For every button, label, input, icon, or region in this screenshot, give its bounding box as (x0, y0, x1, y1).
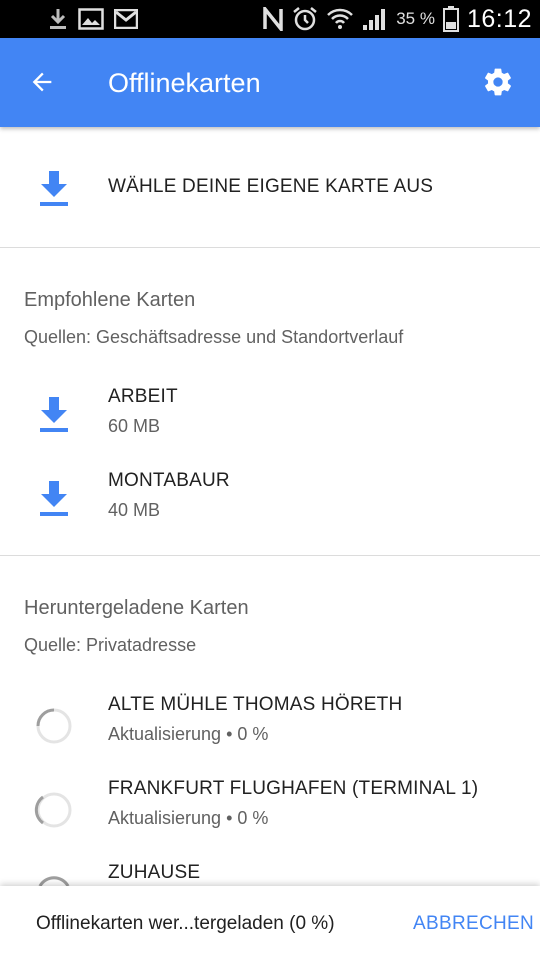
clock: 16:12 (466, 4, 532, 33)
nfc-icon (262, 7, 284, 31)
cancel-button[interactable]: ABBRECHEN (413, 913, 534, 935)
map-status: Aktualisierung • 0 % (108, 808, 269, 828)
battery-icon (442, 6, 459, 32)
image-notification-icon (78, 8, 104, 30)
status-bar: 35 % 16:12 (0, 0, 540, 38)
map-name: MONTABAUR (108, 470, 230, 491)
map-name: ZUHAUSE (108, 862, 201, 883)
downloaded-map-item[interactable]: ALTE MÜHLE THOMAS HÖRETH Aktualisierung … (0, 694, 540, 778)
choose-own-map-label: WÄHLE DEINE EIGENE KARTE AUS (108, 176, 434, 197)
gear-icon (485, 68, 511, 96)
signal-icon (362, 7, 388, 31)
download-icon (40, 397, 68, 432)
settings-button[interactable] (478, 62, 518, 102)
arrow-back-icon (32, 72, 52, 92)
battery-percent: 35 % (396, 9, 435, 28)
app-bar: Offlinekarten (0, 38, 540, 127)
back-button[interactable] (22, 62, 62, 102)
map-status: Aktualisierung • 0 % (108, 724, 269, 744)
divider (0, 555, 540, 556)
download-icon (40, 171, 68, 206)
wifi-icon (326, 7, 354, 31)
map-name: ARBEIT (108, 386, 178, 407)
map-size: 60 MB (108, 416, 161, 436)
system-icons: 35 % 16:12 (262, 4, 532, 34)
map-size: 40 MB (108, 500, 161, 520)
gmail-notification-icon (114, 9, 138, 29)
snackbar-message: Offlinekarten wer...tergeladen (0 %) (36, 913, 335, 934)
recommended-sources: Quellen: Geschäftsadresse und Standortve… (24, 327, 404, 347)
loading-spinner-icon (34, 792, 72, 828)
recommended-map-item[interactable]: MONTABAUR 40 MB (0, 470, 540, 554)
choose-own-map-button[interactable]: WÄHLE DEINE EIGENE KARTE AUS (0, 146, 540, 230)
snackbar: Offlinekarten wer...tergeladen (0 %) ABB… (0, 886, 540, 960)
downloaded-section-title: Heruntergeladene Karten (24, 597, 249, 619)
downloaded-source: Quelle: Privatadresse (24, 635, 197, 655)
recommended-section-title: Empfohlene Karten (24, 289, 196, 311)
download-notification-icon (48, 7, 68, 31)
recommended-map-item[interactable]: ARBEIT 60 MB (0, 386, 540, 470)
page-title: Offlinekarten (108, 68, 261, 98)
alarm-icon (292, 6, 318, 32)
loading-spinner-icon (36, 708, 72, 744)
downloaded-map-item[interactable]: FRANKFURT FLUGHAFEN (TERMINAL 1) Aktuali… (0, 778, 540, 862)
map-name: ALTE MÜHLE THOMAS HÖRETH (108, 694, 403, 715)
notification-icons (48, 6, 138, 32)
map-name: FRANKFURT FLUGHAFEN (TERMINAL 1) (108, 778, 479, 799)
divider (0, 247, 540, 248)
download-icon (40, 481, 68, 516)
